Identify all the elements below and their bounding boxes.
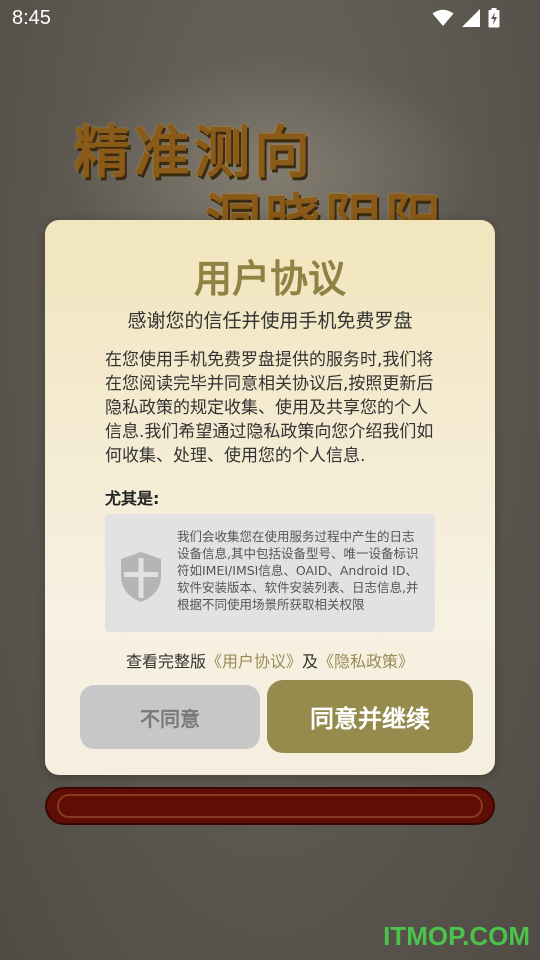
dialog-title: 用户协议 [193, 257, 346, 301]
status-bar: 8:45 [0, 0, 540, 36]
signal-icon [462, 9, 480, 27]
banner-frame [57, 794, 483, 818]
privacy-policy-link[interactable]: 《隐私政策》 [318, 652, 414, 671]
links-joiner: 及 [302, 652, 319, 671]
user-agreement-dialog: 用户协议 感谢您的信任并使用手机免费罗盘 在您使用手机免费罗盘提供的服务时,我们… [45, 220, 495, 775]
links-prefix: 查看完整版 [125, 652, 206, 671]
bottom-red-banner [45, 787, 495, 825]
disagree-button[interactable]: 不同意 [80, 685, 260, 749]
data-collection-notice: 我们会收集您在使用服务过程中产生的日志 设备信息,其中包括设备型号、唯一设备标识… [105, 514, 435, 632]
dialog-body-text: 在您使用手机免费罗盘提供的服务时,我们将在您阅读完毕并同意相关协议后,按照更新后… [105, 350, 434, 466]
data-collection-text: 我们会收集您在使用服务过程中产生的日志 设备信息,其中包括设备型号、唯一设备标识… [177, 529, 419, 612]
status-icons [432, 8, 500, 28]
battery-icon [488, 8, 500, 28]
shield-icon [121, 552, 161, 602]
emphasis-label: 尤其是: [105, 489, 160, 508]
agree-continue-button[interactable]: 同意并继续 [267, 680, 473, 753]
watermark: ITMOP.COM [383, 921, 530, 951]
user-agreement-link[interactable]: 《用户协议》 [206, 652, 302, 671]
dialog-subtitle: 感谢您的信任并使用手机免费罗盘 [127, 310, 413, 332]
wifi-icon [432, 9, 454, 26]
status-time: 8:45 [12, 7, 51, 29]
agreement-links: 查看完整版《用户协议》及《隐私政策》 [45, 648, 495, 672]
